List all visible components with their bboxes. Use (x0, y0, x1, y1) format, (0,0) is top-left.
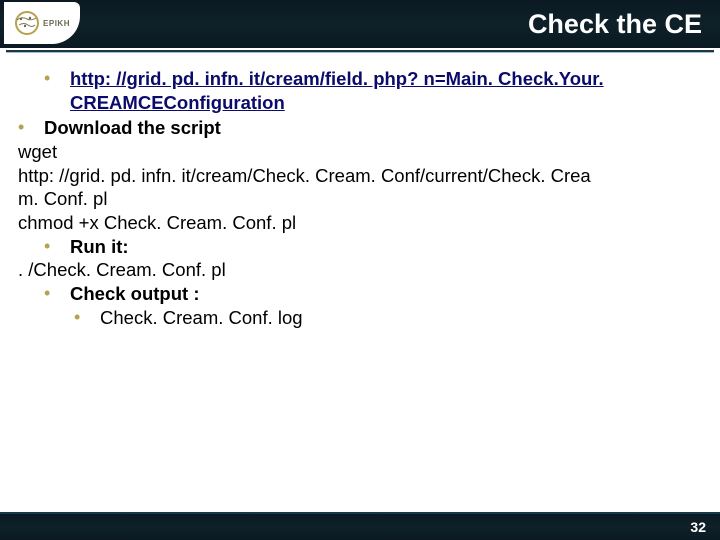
cmd-line: m. Conf. pl (18, 187, 702, 211)
logo-text: EPIKH (43, 19, 70, 28)
logo: EPIKH (4, 2, 80, 44)
slide-footer: 32 (0, 512, 720, 540)
slide-header: EPIKH Check the CE (0, 0, 720, 48)
cmd-line: . /Check. Cream. Conf. pl (18, 258, 702, 282)
bullet-log: • Check. Cream. Conf. log (18, 306, 702, 330)
bullet-icon: • (44, 67, 70, 114)
bullet-label: Download the script (44, 116, 221, 140)
bullet-run: • Run it: (18, 235, 702, 259)
slide-body: • http: //grid. pd. infn. it/cream/field… (0, 53, 720, 512)
cmd-line: chmod +x Check. Cream. Conf. pl (18, 211, 702, 235)
slide: EPIKH Check the CE • http: //grid. pd. i… (0, 0, 720, 540)
bullet-icon: • (44, 235, 70, 259)
cmd-line: http: //grid. pd. infn. it/cream/Check. … (18, 164, 702, 188)
bullet-icon: • (18, 116, 44, 140)
bullet-icon: • (44, 282, 70, 306)
cmd-line: wget (18, 140, 702, 164)
slide-title: Check the CE (528, 9, 702, 40)
bullet-icon: • (74, 306, 100, 330)
bullet-check: • Check output : (18, 282, 702, 306)
bullet-label: Check. Cream. Conf. log (100, 306, 303, 330)
logo-inner: EPIKH (14, 10, 70, 36)
config-link[interactable]: http: //grid. pd. infn. it/cream/field. … (70, 67, 702, 114)
bullet-download: • Download the script (18, 116, 702, 140)
bullet-link: • http: //grid. pd. infn. it/cream/field… (18, 67, 702, 114)
bullet-label: Run it: (70, 235, 129, 259)
bullet-label: Check output : (70, 282, 200, 306)
page-number: 32 (690, 519, 706, 535)
globe-icon (14, 10, 40, 36)
